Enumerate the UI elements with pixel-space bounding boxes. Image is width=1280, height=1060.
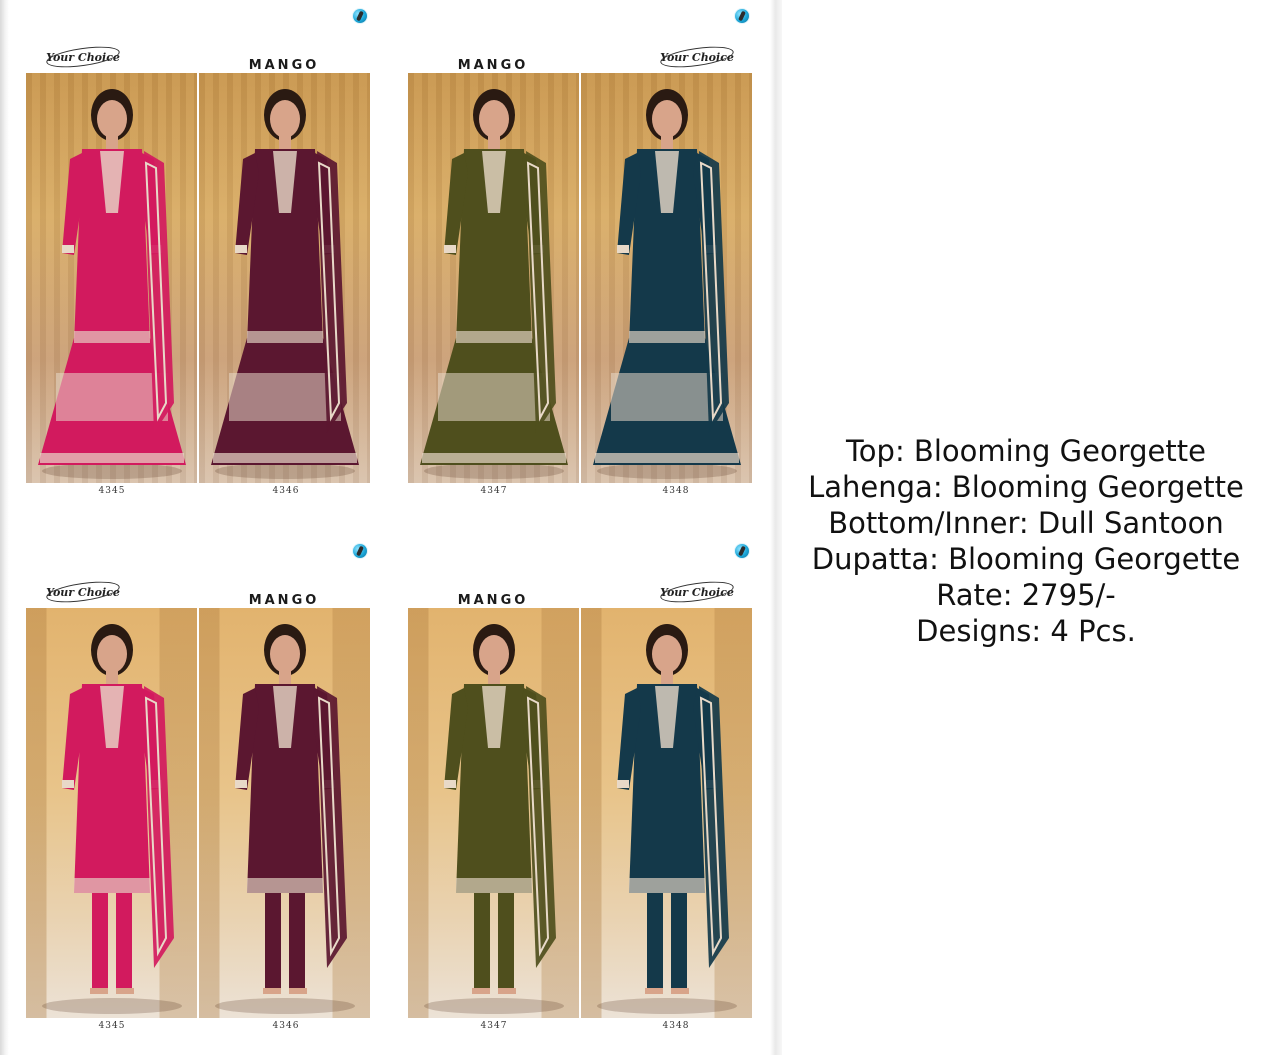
globe-icon: [735, 9, 749, 23]
product-photo: [199, 73, 370, 483]
model-figure: [597, 624, 737, 1014]
skirt-embroidery: [611, 373, 723, 421]
brand-logo: Your Choice: [658, 577, 736, 607]
brand-logo: Your Choice: [44, 42, 122, 72]
face: [652, 100, 682, 138]
model-figure: [593, 89, 741, 479]
face: [97, 635, 127, 673]
collection-title: MANGO: [457, 58, 529, 73]
model-figure: [42, 624, 182, 1014]
page-edge-shadow: [770, 0, 782, 1055]
design-number: 4347: [480, 1021, 508, 1031]
design-number: 4346: [272, 1021, 300, 1031]
catalog-page-1: Your Choice MANGO 4345 4346: [26, 0, 371, 525]
face: [270, 635, 300, 673]
skirt-border: [40, 453, 184, 463]
design-number: 4345: [98, 486, 126, 496]
model-figure: [424, 624, 564, 1014]
model-figure: [211, 89, 359, 479]
collection-title: MANGO: [457, 593, 529, 608]
brand-logo: Your Choice: [658, 42, 736, 72]
trouser-leg: [647, 878, 663, 988]
page-edge-shadow: [0, 0, 9, 1055]
trouser-leg: [116, 878, 132, 988]
product-photo: [199, 608, 370, 1018]
trouser-leg: [498, 878, 514, 988]
spec-rate: Rate: 2795/-: [936, 578, 1116, 612]
catalog-page-3: Your Choice MANGO 4345 4346: [26, 535, 371, 1060]
product-photo: [26, 608, 197, 1018]
globe-icon: [735, 544, 749, 558]
face: [270, 100, 300, 138]
design-number: 4346: [272, 486, 300, 496]
skirt-embroidery: [438, 373, 550, 421]
product-photo: [26, 73, 197, 483]
design-number: 4347: [480, 486, 508, 496]
dupatta: [699, 686, 729, 968]
collection-title: MANGO: [248, 593, 320, 608]
product-specs: Top: Blooming Georgette Lahenga: Bloomin…: [786, 433, 1266, 649]
face: [652, 635, 682, 673]
spec-top: Top: Blooming Georgette: [846, 434, 1206, 468]
catalog-page-2: MANGO Your Choice 4347 4348: [408, 0, 753, 525]
skirt-border: [213, 453, 357, 463]
globe-icon: [353, 9, 367, 23]
trouser-leg: [289, 878, 305, 988]
skirt-embroidery: [56, 373, 168, 421]
dupatta: [526, 686, 556, 968]
trouser-leg: [671, 878, 687, 988]
design-number: 4345: [98, 1021, 126, 1031]
dupatta: [317, 686, 347, 968]
design-number: 4348: [662, 486, 690, 496]
brand-logo: Your Choice: [44, 577, 122, 607]
collection-title: MANGO: [248, 58, 320, 73]
trouser-leg: [92, 878, 108, 988]
design-number: 4348: [662, 1021, 690, 1031]
product-photo: [581, 608, 752, 1018]
skirt-border: [422, 453, 566, 463]
face: [479, 635, 509, 673]
face: [97, 100, 127, 138]
skirt-embroidery: [229, 373, 341, 421]
spec-bottom: Bottom/Inner: Dull Santoon: [828, 506, 1224, 540]
globe-icon: [353, 544, 367, 558]
spec-lahenga: Lahenga: Blooming Georgette: [808, 470, 1244, 504]
model-figure: [420, 89, 568, 479]
model-figure: [38, 89, 186, 479]
catalog-page-4: MANGO Your Choice 4347 4348: [408, 535, 753, 1060]
product-photo: [408, 73, 579, 483]
product-photo: [408, 608, 579, 1018]
product-photo: [581, 73, 752, 483]
face: [479, 100, 509, 138]
spec-designs: Designs: 4 Pcs.: [916, 614, 1136, 648]
model-figure: [215, 624, 355, 1014]
trouser-leg: [474, 878, 490, 988]
trouser-leg: [265, 878, 281, 988]
skirt-border: [595, 453, 739, 463]
catalog-image: Your Choice MANGO 4345 4346 MANGO Your C…: [0, 0, 782, 1055]
dupatta: [144, 686, 174, 968]
spec-dupatta: Dupatta: Blooming Georgette: [811, 542, 1241, 576]
